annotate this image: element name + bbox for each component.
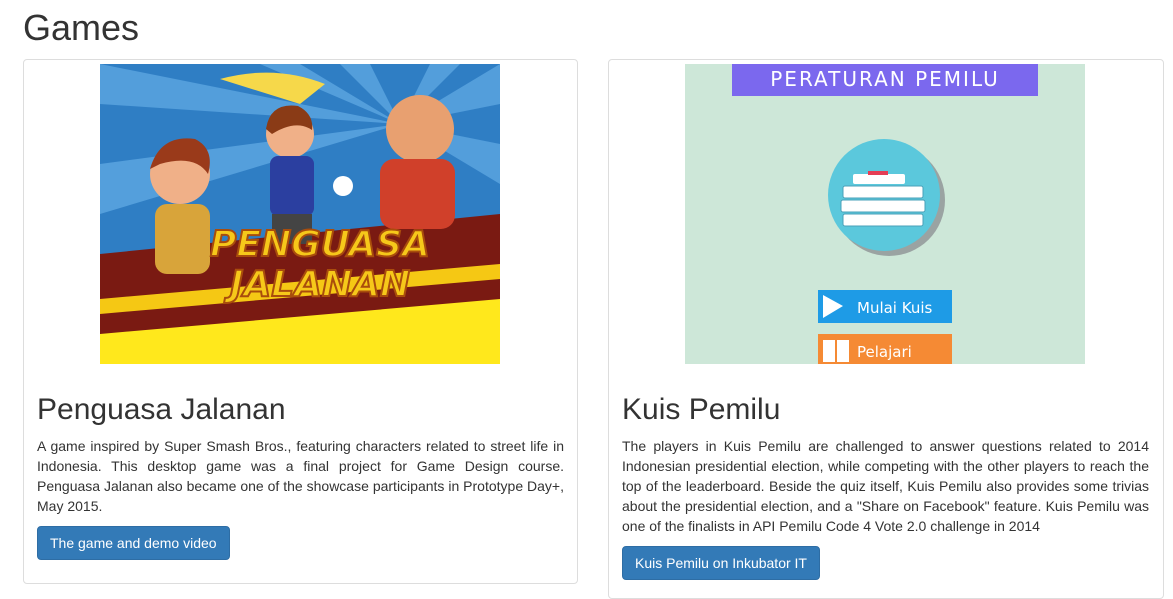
penguasa-jalanan-thumbnail: PENGUASA JALANAN <box>100 64 500 364</box>
learn-label: Pelajari <box>857 343 912 361</box>
inkubator-it-button[interactable]: Kuis Pemilu on Inkubator IT <box>622 546 820 580</box>
game-card-kuis-pemilu: PERATURAN PEMILU Mulai Kuis Pelajari Kui… <box>608 59 1164 599</box>
start-quiz-label: Mulai Kuis <box>857 299 933 317</box>
game-card-penguasa-jalanan: PENGUASA JALANAN Penguasa Jalanan A game… <box>23 59 578 584</box>
game-title: Kuis Pemilu <box>622 393 781 426</box>
game-title: Penguasa Jalanan <box>37 393 286 426</box>
game-description: The players in Kuis Pemilu are challenge… <box>622 438 1149 534</box>
logo-line-1: PENGUASA <box>210 224 430 265</box>
banner-text: PERATURAN PEMILU <box>770 67 1000 91</box>
kuis-pemilu-thumbnail: PERATURAN PEMILU Mulai Kuis Pelajari <box>685 64 1085 364</box>
game-description: A game inspired by Super Smash Bros., fe… <box>37 438 564 514</box>
logo-line-2: JALANAN <box>224 264 410 305</box>
page-title: Games <box>23 7 140 48</box>
game-demo-video-button[interactable]: The game and demo video <box>37 526 230 560</box>
